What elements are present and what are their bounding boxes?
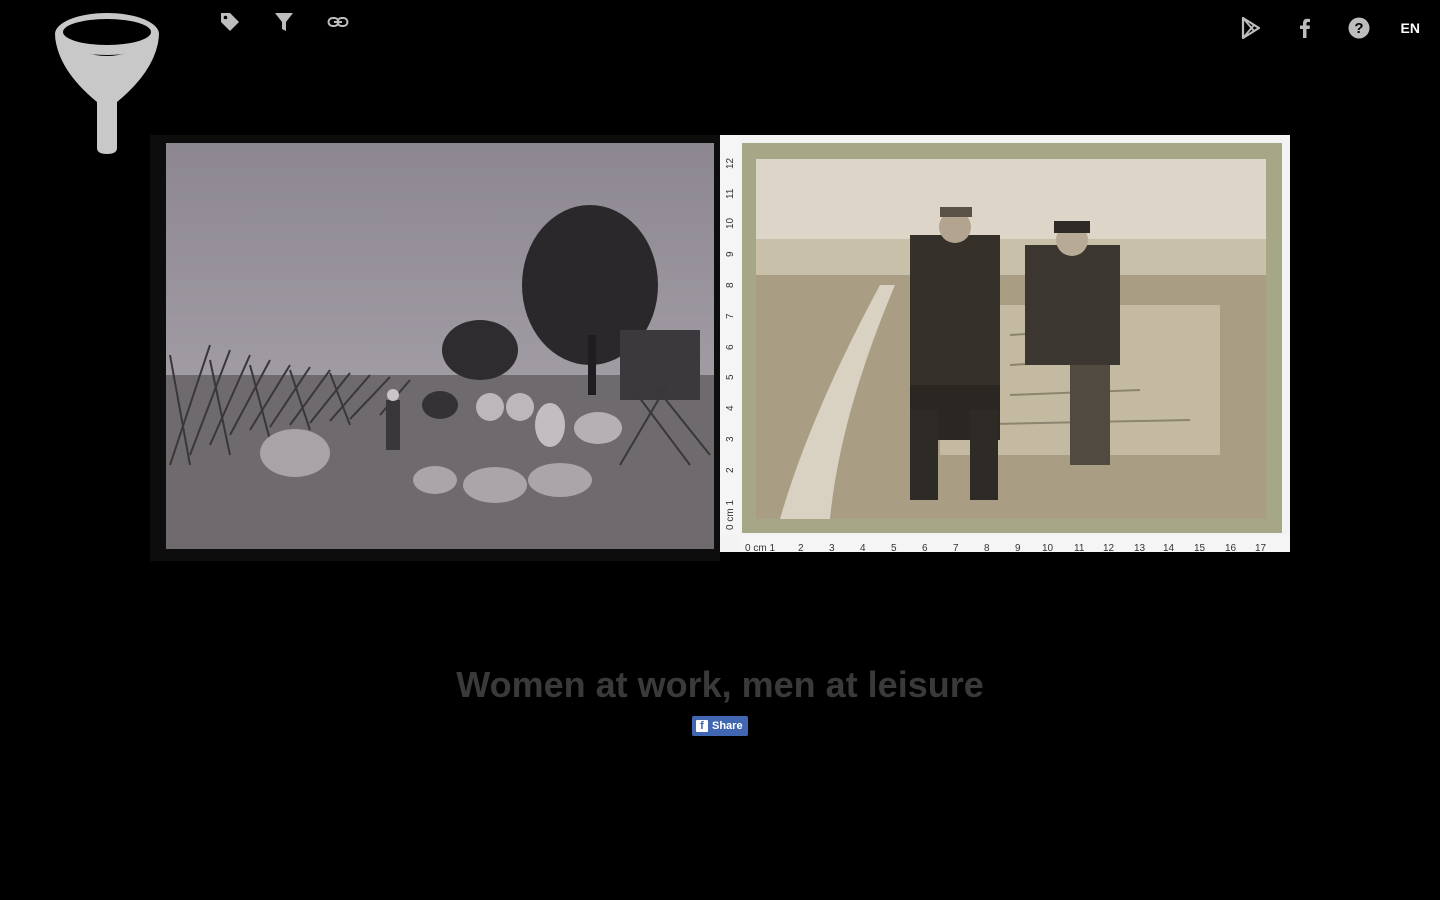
photo-caption: Women at work, men at leisure — [456, 664, 984, 705]
svg-text:12: 12 — [1103, 543, 1115, 552]
svg-text:?: ? — [1354, 20, 1363, 37]
svg-text:16: 16 — [1225, 543, 1237, 552]
svg-text:0 cm 1: 0 cm 1 — [745, 543, 775, 552]
svg-text:15: 15 — [1194, 543, 1206, 552]
svg-text:3: 3 — [725, 436, 736, 442]
svg-text:8: 8 — [984, 543, 990, 552]
top-right-nav: ? EN — [1239, 14, 1420, 42]
svg-text:6: 6 — [725, 344, 736, 350]
svg-text:17: 17 — [1255, 543, 1267, 552]
svg-text:10: 10 — [725, 217, 736, 229]
google-play-icon[interactable] — [1239, 16, 1263, 40]
svg-text:5: 5 — [891, 543, 897, 552]
share-label: Share — [712, 720, 743, 732]
language-selector[interactable]: EN — [1401, 20, 1420, 36]
svg-text:2: 2 — [798, 543, 804, 552]
svg-text:12: 12 — [725, 157, 736, 169]
tag-icon[interactable] — [218, 10, 242, 34]
svg-text:0 cm 1: 0 cm 1 — [725, 500, 736, 530]
svg-text:10: 10 — [1042, 543, 1054, 552]
svg-text:11: 11 — [1074, 543, 1085, 552]
help-icon[interactable]: ? — [1347, 16, 1371, 40]
svg-text:6: 6 — [922, 543, 928, 552]
svg-text:7: 7 — [725, 313, 736, 319]
svg-text:2: 2 — [725, 467, 736, 473]
svg-text:9: 9 — [725, 251, 736, 257]
svg-text:5: 5 — [725, 374, 736, 380]
svg-text:13: 13 — [1134, 543, 1146, 552]
svg-text:3: 3 — [829, 543, 835, 552]
facebook-f-icon: f — [696, 720, 708, 732]
svg-text:11: 11 — [725, 188, 736, 199]
link-icon[interactable] — [326, 10, 350, 34]
svg-text:8: 8 — [725, 282, 736, 288]
photo-right-two-men[interactable]: 0 cm 1 2 3 4 5 6 7 8 9 10 11 12 0 cm 1 2… — [720, 135, 1290, 554]
toolbar — [218, 10, 350, 34]
svg-text:4: 4 — [725, 405, 736, 411]
photo-left-farm-pigs[interactable] — [150, 135, 720, 561]
svg-text:7: 7 — [953, 543, 959, 552]
svg-text:9: 9 — [1015, 543, 1021, 552]
filter-icon[interactable] — [272, 10, 296, 34]
svg-text:4: 4 — [860, 543, 866, 552]
photo-pair: 0 cm 1 2 3 4 5 6 7 8 9 10 11 12 0 cm 1 2… — [150, 135, 1290, 561]
svg-text:14: 14 — [1163, 543, 1175, 552]
facebook-icon[interactable] — [1293, 16, 1317, 40]
facebook-share-button[interactable]: f Share — [692, 716, 748, 736]
funnel-logo-icon[interactable] — [52, 10, 162, 155]
